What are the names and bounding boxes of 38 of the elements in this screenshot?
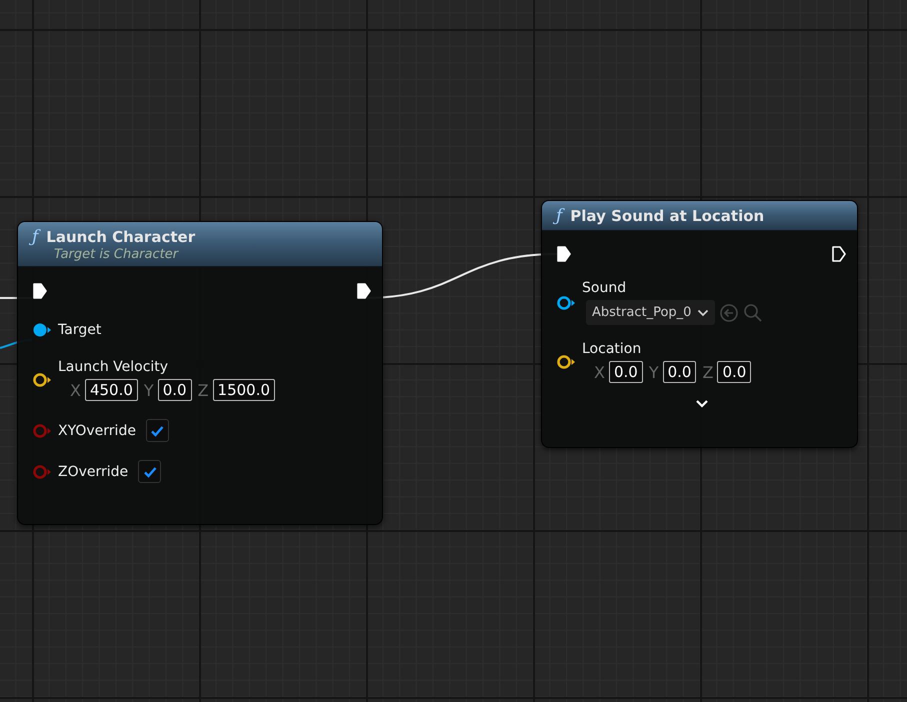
node-title: Play Sound at Location xyxy=(570,207,764,225)
pin-icon[interactable] xyxy=(32,322,52,338)
pin-icon[interactable] xyxy=(556,294,576,310)
axis-label: X xyxy=(594,362,605,382)
number-field[interactable]: 1500.0 xyxy=(212,379,276,401)
asset-dropdown[interactable]: Abstract_Pop_0 xyxy=(586,300,716,325)
number-field[interactable]: 0.0 xyxy=(608,361,643,383)
node-title: Launch Character xyxy=(46,228,196,246)
node-card[interactable]: ƒ Play Sound at Location Sound Abstract_Pop_0 Location X 0.0 Y 0.0 Z 0.0 xyxy=(541,200,858,448)
axis-label: Z xyxy=(702,362,714,382)
pin-label: ZOverride xyxy=(58,464,128,480)
number-field[interactable]: 0.0 xyxy=(717,361,752,383)
axis-label: Y xyxy=(648,362,659,382)
pin-label: Target xyxy=(58,322,102,338)
pin-label: XYOverride xyxy=(58,422,136,438)
checkmark-icon xyxy=(150,424,164,436)
number-field[interactable]: 0.0 xyxy=(662,361,696,383)
exec-pin-filled-icon[interactable] xyxy=(556,245,572,263)
pin-label: Sound xyxy=(582,280,628,296)
pin-icon[interactable] xyxy=(556,354,576,370)
checkmark-icon xyxy=(142,466,157,478)
pin-icon[interactable] xyxy=(32,372,52,388)
axis-label: Z xyxy=(198,380,209,400)
axis-label: X xyxy=(70,380,81,400)
node-subtitle: Target is Character xyxy=(53,247,180,262)
exec-pin-filled-icon[interactable] xyxy=(32,282,48,300)
exec-pin-outline-icon[interactable] xyxy=(831,245,847,263)
node-card[interactable]: ƒ Launch Character Target is Character Target Launch Velocity X 450.0 Y 0.0 Z 1500.0 XYOverride ZOverride xyxy=(17,221,383,525)
number-field[interactable]: 0.0 xyxy=(158,379,192,401)
number-field[interactable]: 450.0 xyxy=(84,379,138,401)
checkbox[interactable] xyxy=(146,419,169,442)
checkbox[interactable] xyxy=(138,460,162,483)
exec-pin-filled-icon[interactable] xyxy=(356,282,372,300)
axis-label: Y xyxy=(144,380,154,400)
chevron-down-icon xyxy=(697,308,710,316)
pin-label: Location xyxy=(582,341,642,357)
expand-chevron-icon[interactable] xyxy=(694,399,708,409)
pin-label: Launch Velocity xyxy=(58,359,170,375)
